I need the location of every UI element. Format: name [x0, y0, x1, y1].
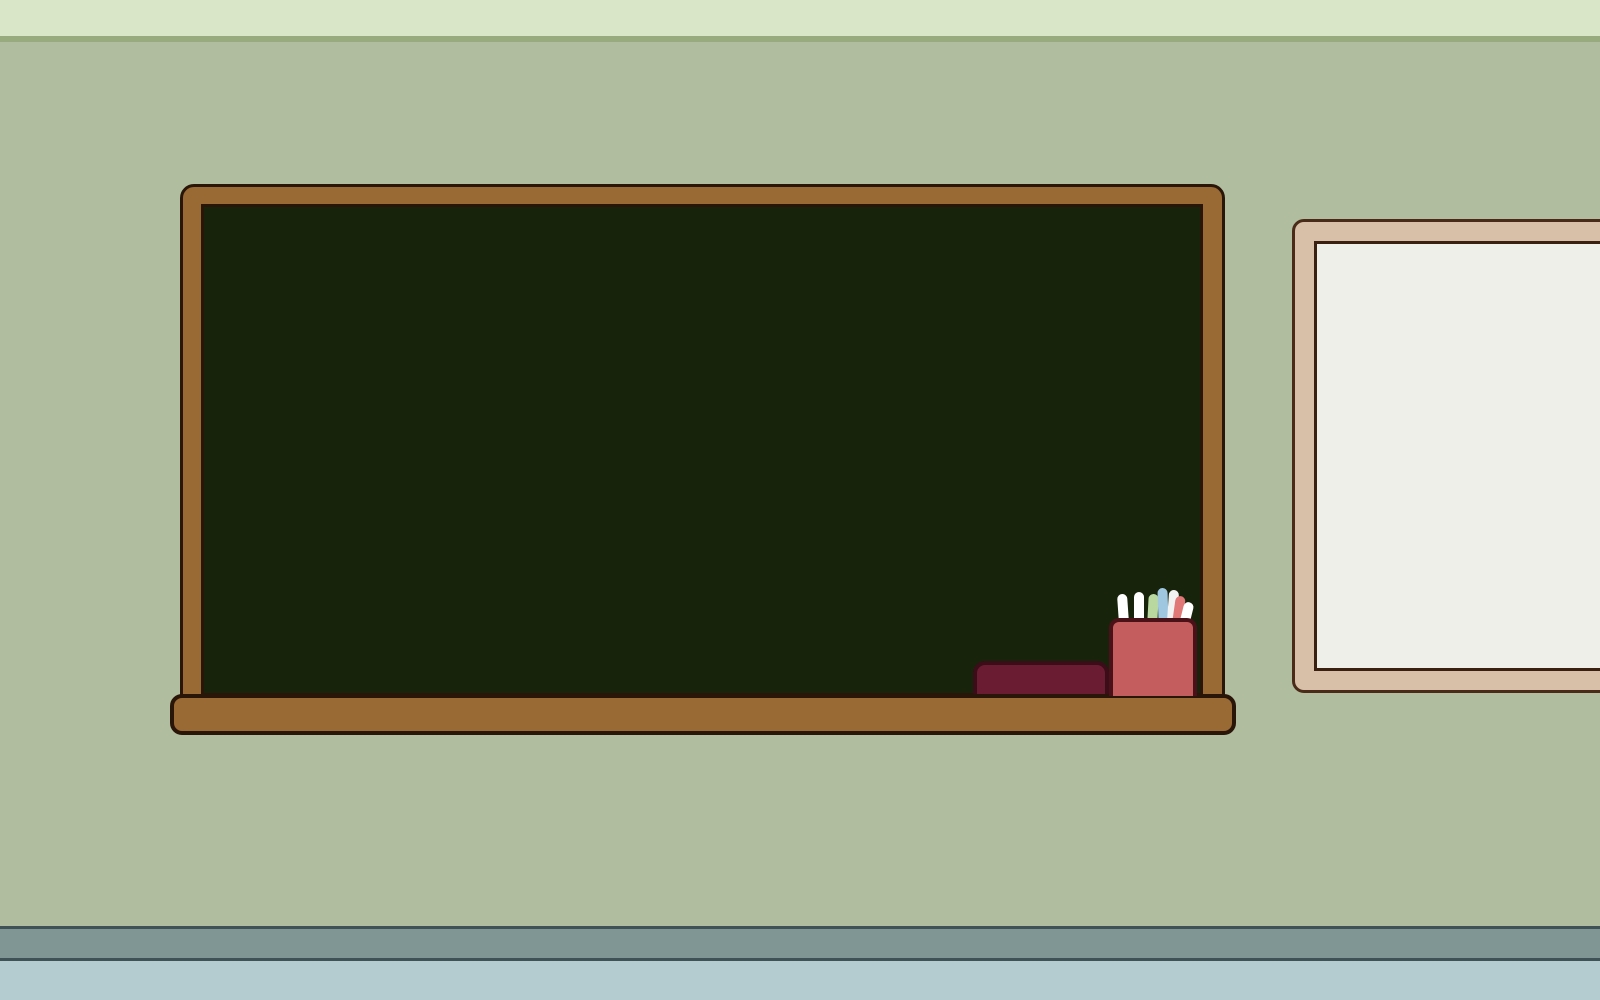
baseboard: [0, 926, 1600, 961]
chalkboard[interactable]: [201, 204, 1203, 696]
classroom-scene: [0, 0, 1600, 1000]
chalk-tray: [170, 694, 1236, 735]
whiteboard[interactable]: [1314, 241, 1600, 671]
eraser[interactable]: [973, 661, 1109, 696]
chalk-cup[interactable]: [1109, 618, 1197, 696]
floor: [0, 961, 1600, 1000]
ceiling: [0, 0, 1600, 36]
